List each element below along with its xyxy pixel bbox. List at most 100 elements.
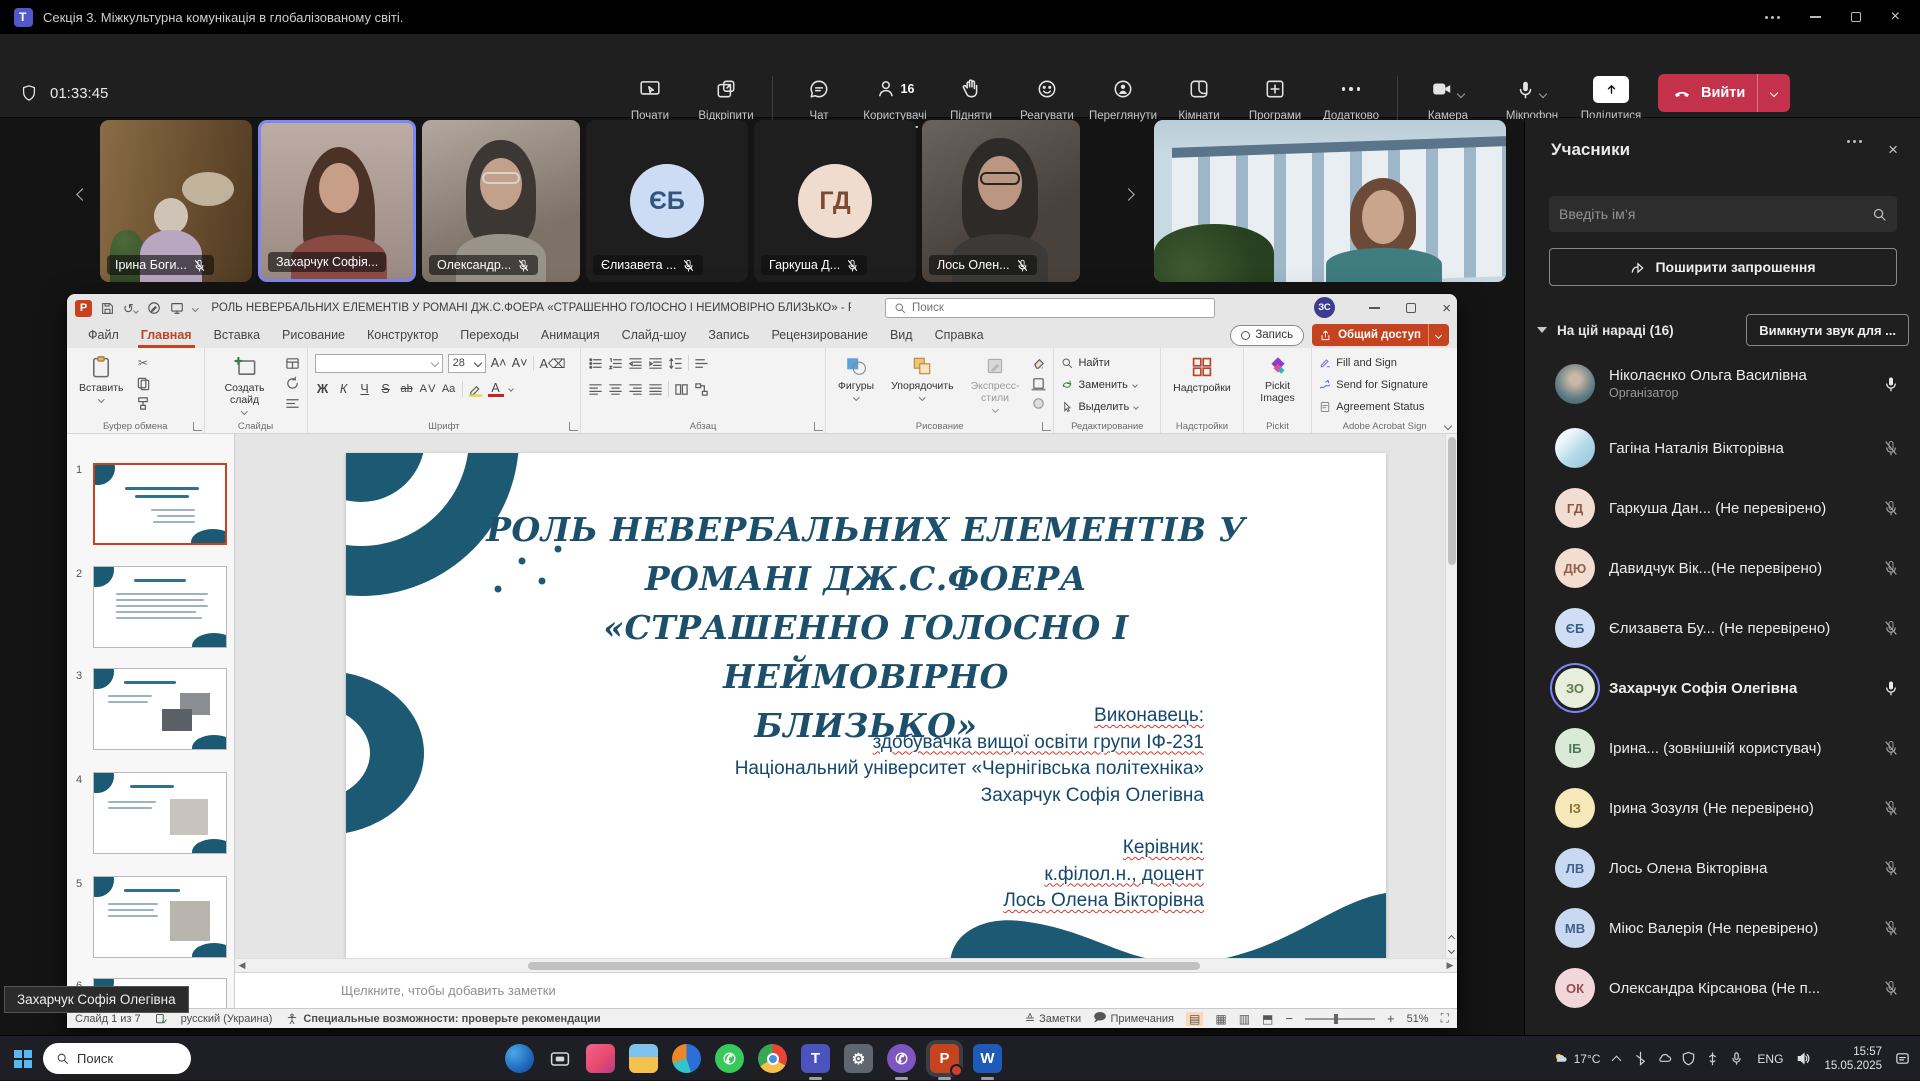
shapes-button[interactable]: Фигуры [833, 353, 879, 402]
tab-design[interactable]: Конструктор [356, 323, 449, 347]
utility-app-icon[interactable]: ⚙ [844, 1044, 873, 1073]
record-button[interactable]: Запись [1230, 325, 1304, 346]
leave-button[interactable]: Вийти [1658, 74, 1790, 112]
fill-sign-button[interactable]: Fill and Sign [1319, 353, 1397, 372]
increase-indent-icon[interactable] [648, 356, 663, 371]
slideshow-view-icon[interactable]: ⬒ [1262, 1012, 1273, 1026]
tab-draw[interactable]: Рисование [271, 323, 356, 347]
slide-sorter-icon[interactable]: ▦ [1215, 1012, 1226, 1026]
align-left-icon[interactable] [588, 382, 603, 397]
zoom-in-button[interactable]: + [1387, 1011, 1395, 1026]
horizontal-scrollbar[interactable]: ◀ ▶ [235, 958, 1457, 972]
slide-thumbnail-2[interactable] [93, 566, 227, 648]
copilot-icon[interactable] [505, 1044, 534, 1073]
tab-transitions[interactable]: Переходы [449, 323, 530, 347]
teams-app-icon[interactable]: T [801, 1044, 830, 1073]
paste-button[interactable]: Вставить [74, 353, 129, 404]
participant-row[interactable]: ІБ Ірина... (зовнішній користувач) [1525, 718, 1920, 778]
participant-row[interactable]: Гагіна Наталія Вікторівна [1525, 418, 1920, 478]
zoom-out-button[interactable]: − [1285, 1011, 1293, 1026]
send-signature-button[interactable]: Send for Signature [1319, 375, 1428, 394]
participant-row[interactable]: Ніколаєнко Ольга ВасилівнаОрганізатор [1525, 350, 1920, 418]
decrease-indent-icon[interactable] [628, 356, 643, 371]
mic-on-icon[interactable] [1883, 376, 1899, 392]
undo-icon[interactable]: ↺ [123, 302, 138, 315]
mic-off-icon[interactable] [1883, 740, 1899, 756]
participant-row[interactable]: МВ Міюс Валерія (Не перевірено) [1525, 898, 1920, 958]
ppt-restore-button[interactable] [1406, 303, 1416, 313]
viber-icon[interactable]: ✆ [887, 1044, 916, 1073]
tab-file[interactable]: Файл [77, 323, 130, 347]
scroll-right-arrow[interactable]: ▶ [1443, 960, 1457, 971]
clear-format-button[interactable]: A⌫ [533, 356, 555, 371]
scrollbar-thumb[interactable] [1448, 437, 1456, 565]
columns-icon[interactable] [674, 382, 689, 397]
fit-slide-icon[interactable]: ⛶ [1441, 1011, 1449, 1026]
bluetooth-icon[interactable] [1633, 1051, 1648, 1066]
mic-off-icon[interactable] [1883, 920, 1899, 936]
share-tray-button[interactable]: Поділитися [1574, 74, 1648, 122]
minimize-button[interactable] [1810, 16, 1821, 17]
video-tile[interactable]: ГД Гаркуша Д... [754, 120, 916, 282]
participant-row[interactable]: ЄБ Єлизавета Бу... (Не перевірено) [1525, 598, 1920, 658]
video-tile[interactable]: ЄБ Єлизавета ... [586, 120, 748, 282]
word-app-icon[interactable]: W [973, 1044, 1002, 1073]
zoom-level[interactable]: 51% [1407, 1013, 1429, 1025]
participant-row[interactable]: ДЮ Давидчук Вік...(Не перевірено) [1525, 538, 1920, 598]
more-options-icon[interactable] [1765, 16, 1780, 19]
replace-button[interactable]: Заменить [1061, 375, 1136, 394]
mic-off-icon[interactable] [1883, 560, 1899, 576]
slide-thumbnail-5[interactable] [93, 876, 227, 958]
comments-toggle[interactable]: 🗩Примечания [1093, 1008, 1174, 1028]
strip-scroll-right[interactable] [1124, 186, 1133, 204]
justify-icon[interactable] [648, 382, 663, 397]
mic-off-icon[interactable] [1883, 620, 1899, 636]
line-spacing-icon[interactable] [668, 356, 683, 371]
clock[interactable]: 15:57 15.05.2025 [1824, 1045, 1882, 1073]
panel-more-icon[interactable] [1847, 140, 1862, 160]
photos-app-icon[interactable] [586, 1044, 615, 1073]
ppt-search-input[interactable] [912, 302, 1206, 314]
mic-off-icon[interactable] [1883, 800, 1899, 816]
ppt-search-box[interactable] [885, 298, 1215, 318]
tab-record[interactable]: Запись [697, 323, 760, 347]
mic-off-icon[interactable] [1883, 980, 1899, 996]
agreement-status-button[interactable]: Agreement Status [1319, 397, 1424, 416]
start-button[interactable] [14, 1050, 31, 1067]
popout-button[interactable]: Відкріпити [688, 74, 764, 122]
microphone-button[interactable]: Мікрофон [1490, 74, 1574, 122]
panel-close-icon[interactable]: × [1888, 140, 1898, 160]
mic-off-icon[interactable] [1883, 500, 1899, 516]
video-tile-speaking[interactable]: Захарчук Софія... [258, 120, 416, 282]
shadow-button[interactable]: ab [399, 383, 415, 395]
notes-placeholder[interactable]: Щелкните, чтобы добавить заметки [341, 983, 556, 998]
tray-expand-icon[interactable] [1612, 1055, 1622, 1065]
reset-icon[interactable] [285, 376, 300, 391]
tray-mic-icon[interactable] [1729, 1051, 1744, 1066]
mic-off-icon[interactable] [1883, 860, 1899, 876]
participant-row[interactable]: ІЗ Ірина Зозуля (Не перевірено) [1525, 778, 1920, 838]
new-slide-button[interactable]: Создать слайд [212, 353, 278, 416]
shape-fill-icon[interactable] [1031, 356, 1046, 371]
ppt-close-button[interactable]: × [1442, 300, 1451, 317]
reading-view-icon[interactable]: ▥ [1239, 1012, 1250, 1026]
addins-button[interactable]: Надстройки [1168, 353, 1236, 396]
bullets-icon[interactable] [588, 356, 603, 371]
share-invite-button[interactable]: Поширити запрошення [1549, 248, 1897, 286]
strip-scroll-left[interactable] [78, 186, 87, 204]
slide-thumbnail-3[interactable] [93, 668, 227, 750]
slide-thumbnail-1[interactable] [93, 463, 227, 545]
slide-canvas[interactable]: РОЛЬ НЕВЕРБАЛЬНИХ ЕЛЕМЕНТІВ У РОМАНІ ДЖ.… [235, 434, 1457, 1008]
more-button[interactable]: Додатково [1313, 74, 1389, 122]
scroll-left-arrow[interactable]: ◀ [235, 960, 249, 971]
find-button[interactable]: Найти [1061, 353, 1109, 372]
section-icon[interactable] [285, 396, 300, 411]
highlight-icon[interactable] [468, 382, 483, 397]
mute-all-button[interactable]: Вимкнути звук для ... [1746, 314, 1909, 346]
scrollbar-thumb[interactable] [528, 962, 1200, 970]
font-color-button[interactable]: А [488, 382, 504, 397]
browser-icon[interactable] [672, 1044, 701, 1073]
slide-body-text[interactable]: Виконавець: здобувачка вищої освіти груп… [644, 703, 1204, 915]
bold-button[interactable]: Ж [315, 382, 331, 396]
chat-button[interactable]: Чат [781, 74, 857, 122]
